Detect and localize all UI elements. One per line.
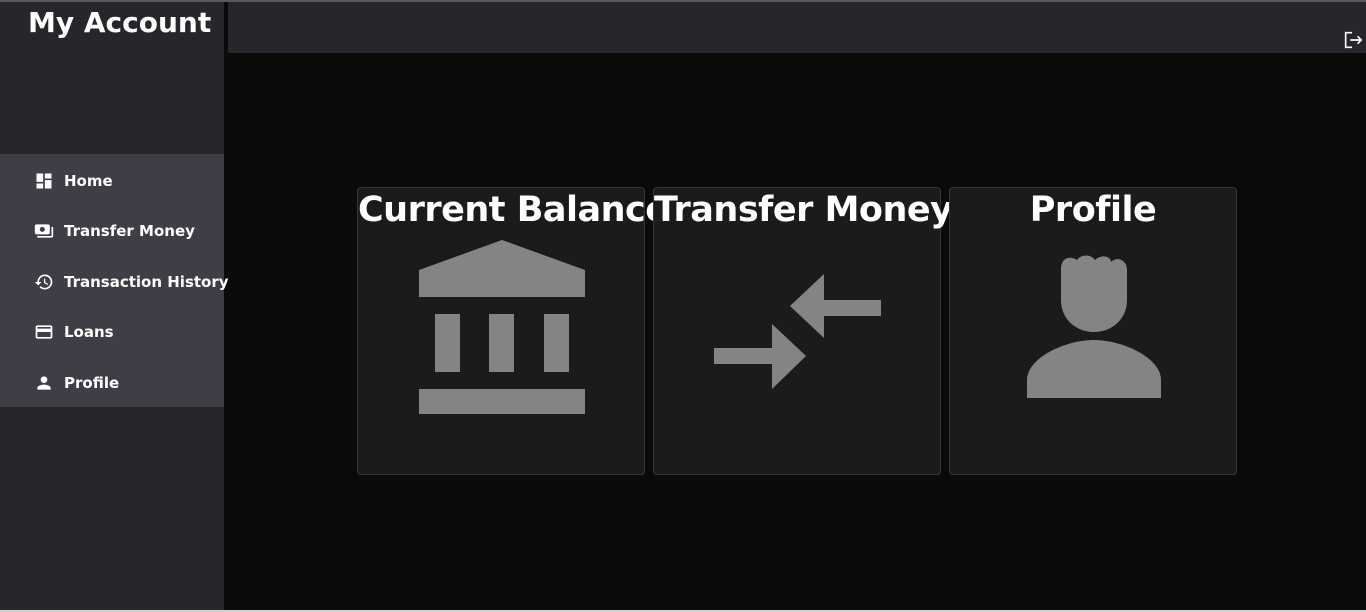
history-icon [34, 272, 54, 292]
sidebar-item-transaction-history[interactable]: Transaction History [0, 262, 229, 302]
bank-icon [419, 240, 585, 414]
money-icon [34, 221, 54, 241]
person-icon [1027, 255, 1161, 398]
sidebar-item-loans[interactable]: Loans [0, 312, 224, 352]
sidebar-item-label: Loans [64, 323, 114, 341]
logout-button[interactable] [1342, 29, 1364, 51]
profile-card[interactable]: Profile [949, 187, 1237, 475]
sidebar-item-label: Home [64, 172, 113, 190]
swap-arrows-icon [714, 274, 881, 389]
current-balance-card[interactable]: Current Balance [357, 187, 669, 475]
card-title: Transfer Money [654, 190, 953, 230]
sidebar-item-home[interactable]: Home [0, 161, 224, 201]
sidebar-item-label: Profile [64, 374, 120, 392]
sidebar: My Account Home Transfer Money Transacti… [0, 2, 229, 610]
app-root: My Account Home Transfer Money Transacti… [0, 0, 1366, 612]
sidebar-nav: Home Transfer Money Transaction History … [0, 154, 229, 407]
transfer-money-card[interactable]: Transfer Money [653, 187, 953, 475]
sidebar-item-label: Transaction History [64, 273, 229, 291]
app-title: My Account [28, 6, 212, 39]
card-title: Profile [1029, 190, 1157, 230]
dashboard-icon [34, 171, 54, 191]
sidebar-item-profile[interactable]: Profile [0, 363, 224, 403]
person-icon [34, 373, 54, 393]
top-bar [228, 2, 1366, 53]
card-title: Current Balance [358, 190, 669, 230]
credit-card-icon [34, 322, 54, 342]
sidebar-item-label: Transfer Money [64, 222, 195, 240]
sidebar-item-transfer-money[interactable]: Transfer Money [0, 211, 224, 251]
logout-icon [1344, 31, 1363, 49]
